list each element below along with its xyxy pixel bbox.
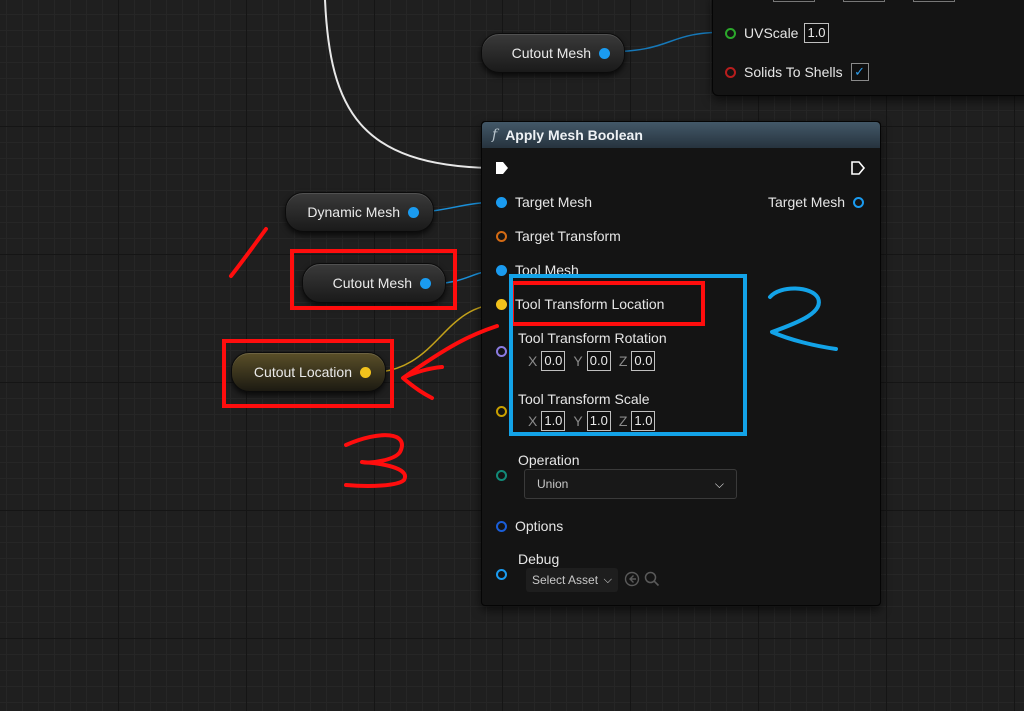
output-target-mesh-pin[interactable] <box>853 196 865 208</box>
target-mesh-label: Target Mesh <box>515 194 593 210</box>
dynamic-mesh-node[interactable]: Dynamic Mesh <box>285 192 434 232</box>
top-right-node[interactable]: UVScale 1.0 Solids To Shells ✓ <box>712 0 1024 96</box>
solids-label: Solids To Shells <box>744 64 843 80</box>
tool-location-pin[interactable] <box>496 298 507 310</box>
debug-pin[interactable] <box>496 569 507 580</box>
tool-scale-pin[interactable] <box>496 406 507 417</box>
highlight-box-rotation-scale <box>509 274 747 436</box>
tool-rotation-pin[interactable] <box>496 346 507 357</box>
input-target-mesh: Target Mesh <box>496 194 592 210</box>
uvscale-label: UVScale <box>744 25 799 41</box>
exec-out-pin[interactable] <box>850 160 866 176</box>
solids-checkbox[interactable]: ✓ <box>850 63 869 81</box>
node-title: Apply Mesh Boolean <box>505 127 643 143</box>
target-transform-label: Target Transform <box>515 228 621 244</box>
solids-pin[interactable] <box>725 66 736 78</box>
debug-value: Select Asset <box>532 573 599 587</box>
options-label: Options <box>515 518 564 534</box>
annotation-scribble-three <box>344 433 407 488</box>
exec-wire <box>324 0 491 169</box>
uvscale-row: UVScale 1.0 <box>725 23 837 43</box>
chevron-down-icon: ⌵ <box>714 476 724 491</box>
output-target-mesh: Target Mesh <box>768 194 865 210</box>
input-debug: Debug <box>518 551 559 567</box>
node-label: Cutout Mesh <box>511 45 591 61</box>
solids-row: Solids To Shells ✓ <box>725 63 869 81</box>
tool-mesh-pin[interactable] <box>496 264 507 276</box>
search-icon[interactable] <box>644 571 660 587</box>
output-pin[interactable] <box>599 47 610 59</box>
debug-asset-picker[interactable]: Select Asset ⌵ <box>526 568 618 592</box>
uvscale-field[interactable]: 1.0 <box>804 23 829 43</box>
output-pin[interactable] <box>408 206 419 218</box>
input-options: Options <box>496 518 563 534</box>
operation-pin[interactable] <box>496 470 507 481</box>
options-pin[interactable] <box>496 520 507 532</box>
chevron-down-icon: ⌵ <box>603 573 612 586</box>
target-transform-pin[interactable] <box>496 230 507 242</box>
top-field-stubs <box>773 0 963 2</box>
highlight-box-cutout-location <box>222 339 394 408</box>
output-target-mesh-label: Target Mesh <box>768 194 846 210</box>
operation-value: Union <box>537 477 569 491</box>
node-label: Dynamic Mesh <box>307 204 400 220</box>
node-header[interactable]: f Apply Mesh Boolean <box>482 122 880 148</box>
function-icon: f <box>492 127 498 143</box>
operation-dropdown[interactable]: Union ⌵ <box>524 469 737 499</box>
annotation-scribble-one <box>229 227 268 278</box>
debug-label: Debug <box>518 551 560 567</box>
cutout-mesh-node-top[interactable]: Cutout Mesh <box>481 33 625 73</box>
input-operation: Operation <box>518 452 579 468</box>
exec-in-pin[interactable] <box>494 160 510 176</box>
uvscale-pin[interactable] <box>725 27 736 39</box>
target-mesh-pin[interactable] <box>496 196 507 208</box>
browse-back-icon[interactable] <box>624 571 640 587</box>
highlight-box-cutout-mesh <box>290 249 457 310</box>
operation-label: Operation <box>518 452 580 468</box>
input-target-transform: Target Transform <box>496 228 621 244</box>
